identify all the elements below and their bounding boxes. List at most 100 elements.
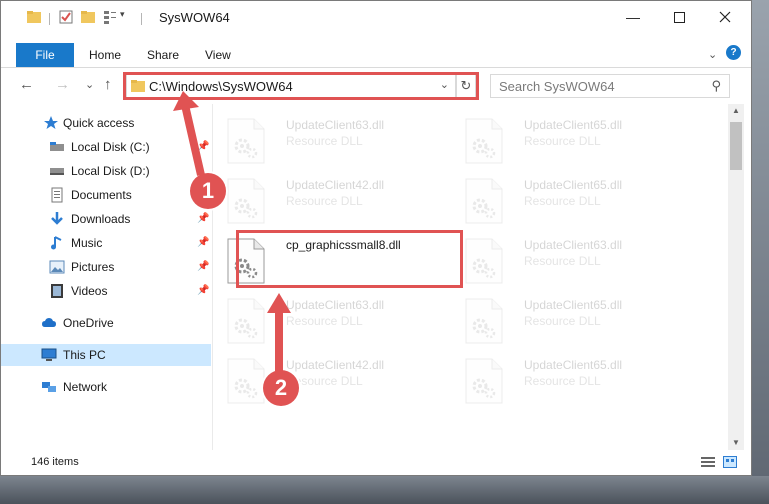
sidebar-item-this-pc[interactable]: This PC bbox=[1, 344, 211, 366]
dll-file-icon bbox=[465, 238, 503, 284]
sidebar-item-label: Downloads bbox=[71, 212, 131, 226]
navigation-bar: ← → ⌄ ↑ C:\Windows\SysWOW64 ⌄ ↻ Search S… bbox=[1, 68, 751, 104]
vertical-scrollbar[interactable]: ▲ ▼ bbox=[728, 104, 744, 450]
file-item[interactable]: UpdateClient65.dll Resource DLL bbox=[452, 170, 682, 226]
navigation-pane: Quick access Local Disk (C:) 📌 Local Dis… bbox=[1, 104, 213, 450]
pin-icon: 📌 bbox=[197, 285, 210, 296]
details-view-icon[interactable] bbox=[701, 456, 715, 468]
search-box[interactable]: Search SysWOW64 ⚲ bbox=[490, 74, 730, 98]
dll-file-icon bbox=[465, 178, 503, 224]
tab-file[interactable]: File bbox=[16, 43, 74, 67]
sidebar-item-label: Network bbox=[63, 380, 108, 394]
cloud-icon bbox=[42, 318, 56, 327]
customize-toolbar-dropdown-icon[interactable]: ▾ bbox=[120, 9, 125, 20]
sidebar-item-music[interactable]: Music 📌 bbox=[1, 232, 211, 254]
sidebar-item-local-disk-d[interactable]: Local Disk (D:) bbox=[1, 160, 211, 182]
drive-icon bbox=[50, 142, 64, 151]
recent-locations-chevron-icon[interactable]: ⌄ bbox=[85, 78, 94, 91]
desktop-background-right bbox=[752, 0, 769, 504]
pin-icon: 📌 bbox=[197, 213, 210, 224]
file-highlight-box bbox=[236, 230, 463, 288]
close-button[interactable] bbox=[702, 1, 748, 33]
tab-share[interactable]: Share bbox=[147, 43, 179, 67]
network-icon bbox=[42, 382, 56, 392]
dll-file-icon bbox=[227, 298, 265, 344]
minimize-icon: — bbox=[626, 9, 640, 25]
properties-icon[interactable] bbox=[59, 10, 73, 24]
maximize-button[interactable] bbox=[656, 1, 702, 33]
address-highlight-box bbox=[123, 72, 479, 100]
file-name: UpdateClient63.dll bbox=[286, 118, 385, 132]
sidebar-item-onedrive[interactable]: OneDrive bbox=[1, 312, 211, 334]
forward-arrow-icon[interactable]: → bbox=[55, 76, 70, 93]
help-button[interactable]: ? bbox=[726, 45, 741, 60]
new-folder-icon[interactable] bbox=[81, 10, 95, 24]
file-item[interactable]: UpdateClient65.dll Resource DLL bbox=[452, 290, 682, 346]
file-name: UpdateClient65.dll bbox=[524, 358, 623, 372]
quick-access-separator bbox=[49, 13, 50, 25]
sidebar-item-network[interactable]: Network bbox=[1, 376, 211, 398]
search-input[interactable]: Search SysWOW64 bbox=[499, 79, 615, 94]
file-item[interactable]: UpdateClient63.dll Resource DLL bbox=[214, 290, 444, 346]
scroll-thumb[interactable] bbox=[730, 122, 742, 170]
videos-icon bbox=[51, 284, 63, 298]
item-count: 146 items bbox=[31, 456, 79, 468]
file-type: Resource DLL bbox=[286, 314, 363, 328]
dll-file-icon bbox=[465, 358, 503, 404]
tab-home[interactable]: Home bbox=[89, 43, 121, 67]
dll-file-icon bbox=[227, 358, 265, 404]
dll-file-icon bbox=[465, 298, 503, 344]
sidebar-item-documents[interactable]: Documents 📌 bbox=[1, 184, 211, 206]
sidebar-item-quick-access[interactable]: Quick access bbox=[1, 112, 211, 134]
star-icon bbox=[44, 116, 58, 129]
file-item[interactable]: UpdateClient63.dll Resource DLL bbox=[214, 110, 444, 166]
sidebar-item-videos[interactable]: Videos 📌 bbox=[1, 280, 211, 302]
dll-file-icon bbox=[227, 178, 265, 224]
file-name: UpdateClient42.dll bbox=[286, 178, 385, 192]
ribbon: File Home Share View ⌄ ? bbox=[1, 33, 751, 67]
minimize-button[interactable]: — bbox=[610, 1, 656, 33]
file-name: UpdateClient65.dll bbox=[524, 178, 623, 192]
sidebar-item-label: Videos bbox=[71, 284, 108, 298]
documents-icon bbox=[51, 187, 63, 203]
file-item[interactable]: UpdateClient42.dll Resource DLL bbox=[214, 350, 444, 406]
title-separator bbox=[141, 13, 142, 25]
pin-icon: 📌 bbox=[197, 261, 210, 272]
scroll-up-arrow-icon[interactable]: ▲ bbox=[732, 106, 740, 115]
music-icon bbox=[51, 236, 62, 250]
large-icons-view-icon[interactable] bbox=[723, 456, 737, 468]
file-name: UpdateClient42.dll bbox=[286, 358, 385, 372]
sidebar-item-label: Pictures bbox=[71, 260, 115, 274]
file-item[interactable]: UpdateClient42.dll Resource DLL bbox=[214, 170, 444, 226]
back-arrow-icon[interactable]: ← bbox=[19, 76, 34, 93]
tab-view[interactable]: View bbox=[205, 43, 231, 67]
sidebar-item-pictures[interactable]: Pictures 📌 bbox=[1, 256, 211, 278]
view-options-icon[interactable] bbox=[103, 10, 117, 24]
sidebar-item-local-disk-c[interactable]: Local Disk (C:) 📌 bbox=[1, 136, 211, 158]
step-1-callout: 1 bbox=[190, 173, 226, 209]
computer-icon bbox=[41, 348, 57, 361]
file-type: Resource DLL bbox=[524, 254, 601, 268]
file-type: Resource DLL bbox=[524, 194, 601, 208]
pin-icon: 📌 bbox=[197, 237, 210, 248]
pictures-icon bbox=[49, 260, 65, 274]
file-item[interactable]: UpdateClient63.dll Resource DLL bbox=[452, 230, 682, 286]
dll-file-icon bbox=[227, 118, 265, 164]
step-2-callout: 2 bbox=[263, 370, 299, 406]
sidebar-item-label: OneDrive bbox=[63, 316, 114, 330]
window-title: SysWOW64 bbox=[159, 10, 230, 25]
download-icon bbox=[51, 212, 63, 225]
sidebar-item-label: Local Disk (D:) bbox=[71, 164, 150, 178]
desktop-background-bottom bbox=[0, 476, 769, 504]
file-item[interactable]: UpdateClient65.dll Resource DLL bbox=[452, 110, 682, 166]
expand-ribbon-chevron-icon[interactable]: ⌄ bbox=[708, 48, 717, 61]
file-name: UpdateClient65.dll bbox=[524, 118, 623, 132]
scroll-down-arrow-icon[interactable]: ▼ bbox=[732, 438, 740, 447]
file-type: Resource DLL bbox=[524, 314, 601, 328]
search-icon[interactable]: ⚲ bbox=[711, 78, 721, 94]
status-bar: 146 items bbox=[1, 450, 751, 475]
file-item[interactable]: UpdateClient65.dll Resource DLL bbox=[452, 350, 682, 406]
file-name: UpdateClient65.dll bbox=[524, 298, 623, 312]
sidebar-item-downloads[interactable]: Downloads 📌 bbox=[1, 208, 211, 230]
up-arrow-icon[interactable]: ↑ bbox=[104, 76, 112, 93]
